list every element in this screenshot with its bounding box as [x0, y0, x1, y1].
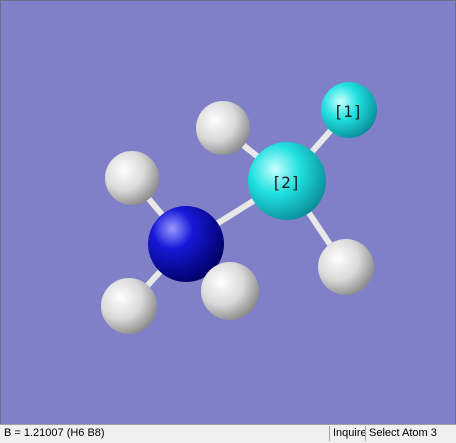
- atom-hydrogen-upper[interactable]: [196, 101, 250, 155]
- status-prompt: Select Atom 3: [365, 426, 440, 441]
- status-bar: B = 1.21007 (H6 B8) Inquire Select Atom …: [0, 424, 456, 443]
- molecule-viewport[interactable]: [1] [2]: [1, 1, 455, 424]
- atom-label-1: [1]: [334, 102, 363, 121]
- atom-hydrogen-right[interactable]: [201, 262, 259, 320]
- status-mode: Inquire: [329, 426, 370, 441]
- atom-hydrogen-left[interactable]: [101, 278, 157, 334]
- status-measurement: B = 1.21007 (H6 B8): [4, 427, 105, 439]
- atom-label-2: [2]: [272, 173, 301, 192]
- atom-hydrogen-lower-right[interactable]: [318, 239, 374, 295]
- atom-hydrogen-top[interactable]: [105, 151, 159, 205]
